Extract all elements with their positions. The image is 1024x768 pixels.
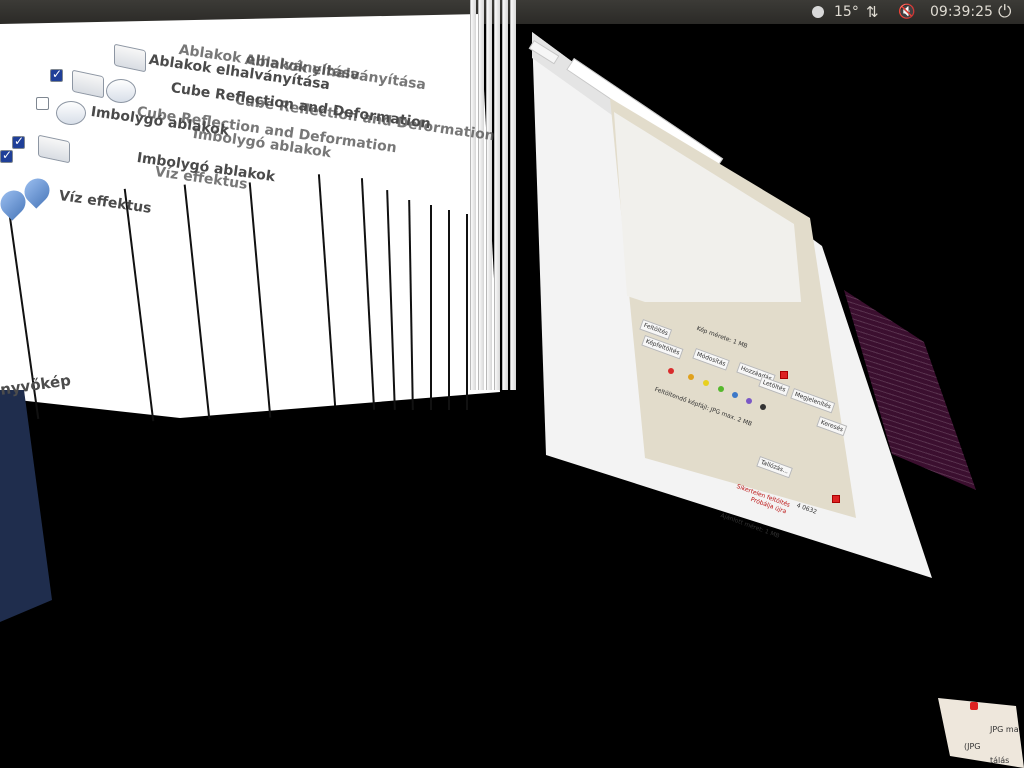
- red-marker-icon: [780, 371, 788, 379]
- window-edge: [486, 0, 492, 390]
- temperature-label: 15°: [834, 4, 859, 20]
- window-split-line: [448, 210, 450, 410]
- thumbnail-label: (JPG: [964, 742, 981, 751]
- browser-window[interactable]: Feltöltés Képfeltöltés Módosítás Hozzáad…: [528, 32, 932, 578]
- green-color-dot[interactable]: [718, 386, 724, 392]
- thumbnail-label: JPG ma: [990, 725, 1019, 734]
- black-color-dot[interactable]: [760, 404, 766, 410]
- thumbnail-label: tálás: [990, 756, 1010, 765]
- red-color-dot[interactable]: [668, 368, 674, 374]
- window-split-line: [430, 205, 432, 410]
- window-split-line: [466, 214, 468, 410]
- effect-checkbox[interactable]: [0, 148, 13, 163]
- weather-symbol: [812, 6, 824, 18]
- effect-checkbox[interactable]: [50, 67, 63, 82]
- network-icon[interactable]: ⇅: [866, 0, 879, 24]
- effect-checkbox[interactable]: [12, 134, 25, 149]
- desktop-panel-fragment: [0, 390, 52, 622]
- window-edge: [478, 0, 484, 390]
- weather-icon[interactable]: [812, 0, 828, 24]
- window-edge: [470, 0, 476, 390]
- volume-muted-icon[interactable]: 🔇: [898, 0, 915, 24]
- window-edge: [510, 0, 516, 390]
- power-icon[interactable]: ⏻: [998, 0, 1011, 24]
- red-marker-icon: [832, 495, 840, 503]
- orange-color-dot[interactable]: [688, 374, 694, 380]
- effect-checkbox[interactable]: [36, 97, 49, 110]
- clock-label[interactable]: 09:39:25: [930, 0, 993, 24]
- cube-effect-icon: [56, 101, 86, 125]
- thumbnail-red-icon: [970, 702, 978, 710]
- blue-color-dot[interactable]: [732, 392, 738, 398]
- purple-color-dot[interactable]: [746, 398, 752, 404]
- window-edge: [502, 0, 508, 390]
- window-edge: [494, 0, 500, 390]
- cube-effect-icon: [106, 79, 136, 103]
- yellow-color-dot[interactable]: [703, 380, 709, 386]
